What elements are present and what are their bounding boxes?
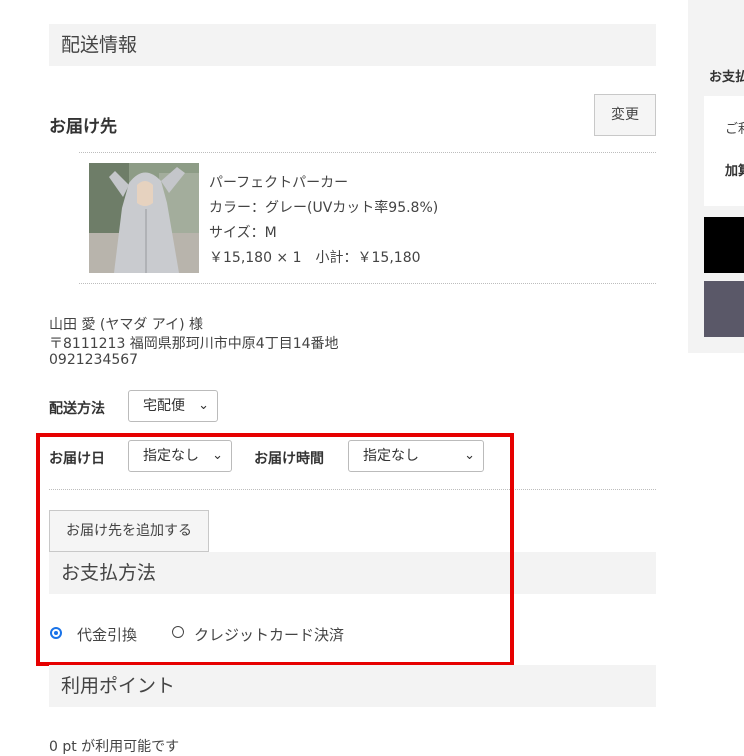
- sidebar-summary-line1: ご利: [725, 122, 744, 137]
- product-color: カラー：グレー(UVカット率95.8%): [209, 200, 439, 216]
- product-image: [89, 163, 199, 273]
- sidebar-heading: お支払: [709, 70, 744, 85]
- sidebar-primary-button[interactable]: [704, 217, 744, 273]
- delivery-method-select[interactable]: 宅配便 ⌄: [128, 390, 218, 422]
- sidebar-summary-line2: 加算: [725, 164, 744, 179]
- points-available-text: 0 pt が利用可能です: [49, 739, 180, 755]
- delivery-method-value: 宅配便: [143, 398, 185, 414]
- product-price: ￥15,180 × 1 小計：￥15,180: [209, 250, 421, 266]
- highlight-box: [36, 433, 514, 666]
- recipient-address: 〒8111213 福岡県那珂川市中原4丁目14番地: [49, 336, 339, 352]
- delivery-method-label: 配送方法: [49, 401, 105, 417]
- recipient-phone: 0921234567: [49, 352, 139, 368]
- points-section-title: 利用ポイント: [49, 665, 656, 707]
- product-size: サイズ：M: [209, 225, 277, 241]
- divider: [79, 152, 656, 153]
- chevron-down-icon: ⌄: [198, 398, 209, 413]
- recipient-name: 山田 愛 (ヤマダ アイ) 様: [49, 317, 204, 333]
- product-name: パーフェクトパーカー: [209, 175, 349, 191]
- order-summary-sidebar: お支払 ご利 加算: [688, 0, 744, 353]
- destination-label: お届け先: [49, 117, 117, 137]
- shipping-section-title: 配送情報: [49, 24, 656, 66]
- change-destination-button[interactable]: 変更: [594, 94, 656, 136]
- sidebar-summary-box: ご利 加算: [704, 96, 744, 206]
- sidebar-secondary-button[interactable]: [704, 281, 744, 337]
- divider: [79, 283, 656, 284]
